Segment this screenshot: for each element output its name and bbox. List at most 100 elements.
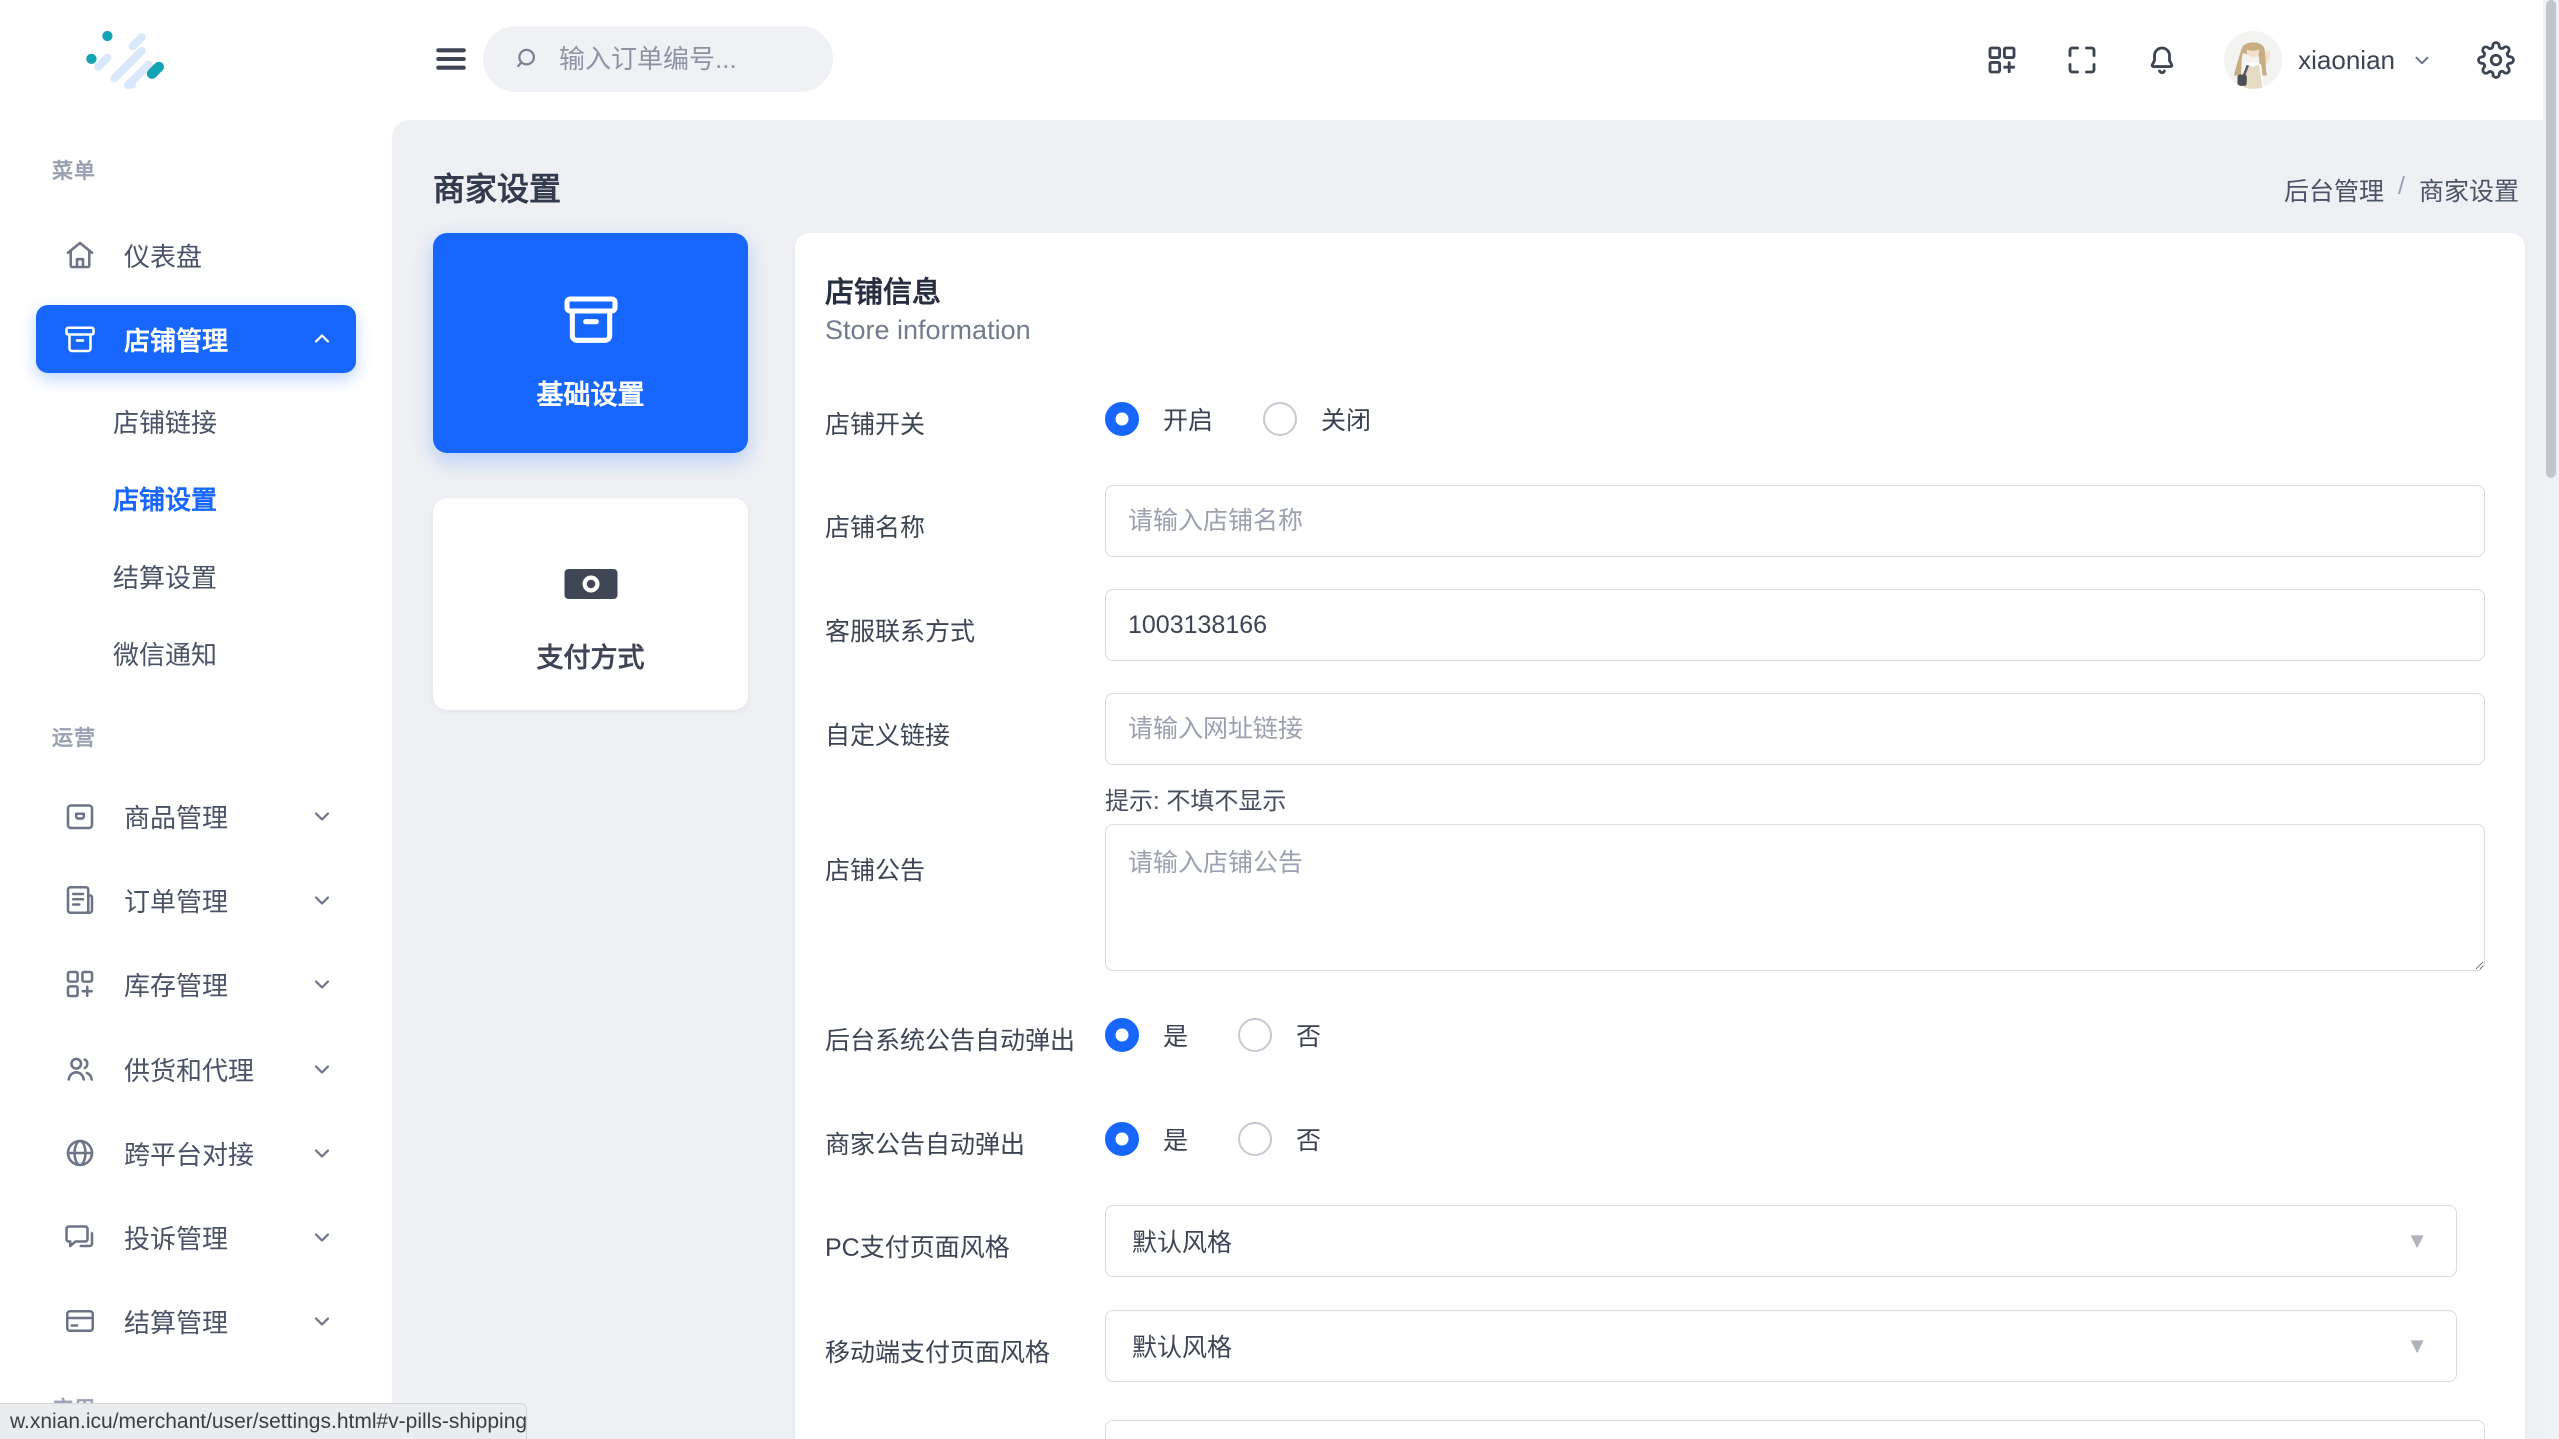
radio-merchant-yes-label[interactable]: 是	[1163, 1121, 1188, 1157]
breadcrumb: 后台管理 / 商家设置	[2284, 172, 2519, 208]
gear-icon[interactable]	[2477, 41, 2515, 79]
chat-icon	[62, 1219, 98, 1255]
radio-sys-yes[interactable]	[1105, 1018, 1139, 1052]
logo-icon	[86, 30, 164, 90]
sys-popup-label: 后台系统公告自动弹出	[825, 1027, 1076, 1055]
radio-merchant-no[interactable]	[1238, 1122, 1273, 1156]
panel-subtitle: Store information	[825, 315, 1031, 345]
chevron-down-icon	[310, 1057, 334, 1081]
grid-plus-icon[interactable]	[1984, 42, 2020, 78]
radio-sys-no-label[interactable]: 否	[1296, 1017, 1321, 1053]
panel-title: 店铺信息	[825, 277, 942, 309]
menu-icon[interactable]	[432, 40, 470, 78]
people-icon	[62, 1051, 98, 1087]
sidebar-item-label: 仪表盘	[124, 241, 203, 272]
credit-card-icon	[62, 1303, 98, 1339]
breadcrumb-root[interactable]: 后台管理	[2284, 172, 2384, 208]
tab-label: 基础设置	[536, 380, 645, 410]
browser-status-bar: w.xnian.icu/merchant/user/settings.html#…	[0, 1403, 527, 1439]
radio-sys-yes-label[interactable]: 是	[1163, 1017, 1188, 1053]
page-title: 商家设置	[433, 171, 562, 207]
sidebar-subitem-wechat-notify[interactable]: 微信通知	[113, 625, 217, 681]
sidebar-item-product-management[interactable]: 商品管理	[36, 782, 356, 850]
custom-link-label: 自定义链接	[825, 722, 951, 750]
contact-input[interactable]	[1105, 589, 2485, 661]
sidebar-item-dashboard[interactable]: 仪表盘	[36, 221, 356, 289]
chevron-down-icon	[310, 888, 334, 912]
custom-link-input[interactable]	[1105, 693, 2485, 765]
search-bar[interactable]	[483, 26, 833, 92]
page-scrollbar[interactable]	[2543, 0, 2559, 1439]
radio-merchant-no-label[interactable]: 否	[1296, 1121, 1321, 1157]
contact-label: 客服联系方式	[825, 618, 976, 646]
merchant-popup-label: 商家公告自动弹出	[825, 1131, 1026, 1159]
radio-store-on-label[interactable]: 开启	[1163, 401, 1213, 437]
fullscreen-icon[interactable]	[2064, 42, 2100, 78]
sidebar-item-cross-platform[interactable]: 跨平台对接	[36, 1119, 356, 1187]
radio-store-off-label[interactable]: 关闭	[1321, 401, 1371, 437]
user-menu[interactable]: xiaonian	[2224, 31, 2433, 89]
sidebar-subitem-store-links[interactable]: 店铺链接	[113, 393, 217, 449]
scrollbar-thumb[interactable]	[2546, 0, 2556, 478]
pc-style-value: 默认风格	[1132, 1229, 1233, 1257]
store-name-label: 店铺名称	[825, 514, 926, 542]
chevron-down-icon	[310, 1309, 334, 1333]
archive-icon	[559, 287, 623, 351]
sidebar-section-menu: 菜单	[52, 160, 96, 183]
sidebar-item-order-management[interactable]: 订单管理	[36, 866, 356, 934]
main-content: 商家设置 后台管理 / 商家设置 基础设置 支付方式 店铺信息 Store in…	[392, 120, 2559, 1439]
sidebar-item-settlement-management[interactable]: 结算管理	[36, 1287, 356, 1355]
store-switch-group: 开启 关闭	[1105, 401, 1397, 437]
sidebar-item-label: 库存管理	[124, 970, 229, 1001]
dropdown-arrow-icon: ▼	[2406, 1228, 2428, 1253]
user-name: xiaonian	[2298, 44, 2395, 75]
bell-icon[interactable]	[2144, 42, 2180, 78]
dropdown-arrow-icon: ▼	[2406, 1333, 2428, 1358]
cash-icon	[561, 554, 621, 614]
store-info-panel: 店铺信息 Store information 店铺开关 开启 关闭 店铺名称 客…	[795, 233, 2525, 1439]
home-icon	[62, 237, 98, 273]
status-url: w.xnian.icu/merchant/user/settings.html#…	[10, 1409, 528, 1433]
chevron-down-icon	[310, 972, 334, 996]
pc-style-label: PC支付页面风格	[825, 1234, 1010, 1262]
sidebar-item-label: 跨平台对接	[124, 1139, 255, 1170]
sidebar-subitem-store-settings[interactable]: 店铺设置	[113, 470, 217, 526]
radio-sys-no[interactable]	[1238, 1018, 1273, 1052]
store-name-input[interactable]	[1105, 485, 2485, 557]
chevron-up-icon	[310, 327, 334, 351]
breadcrumb-separator: /	[2398, 172, 2405, 200]
sidebar-item-complaint-management[interactable]: 投诉管理	[36, 1203, 356, 1271]
sidebar-item-label: 结算管理	[124, 1307, 229, 1338]
box-icon	[62, 798, 98, 834]
sidebar-item-label: 店铺管理	[124, 325, 229, 356]
tab-label: 支付方式	[536, 643, 645, 673]
breadcrumb-current: 商家设置	[2418, 178, 2519, 206]
sidebar-item-inventory-management[interactable]: 库存管理	[36, 950, 356, 1018]
custom-link-hint: 提示: 不填不显示	[1105, 788, 1287, 815]
radio-merchant-yes[interactable]	[1105, 1122, 1139, 1156]
radio-store-off[interactable]	[1263, 402, 1298, 436]
next-field-partial[interactable]	[1105, 1420, 2485, 1439]
tab-payment-methods[interactable]: 支付方式	[433, 498, 748, 710]
pc-style-select[interactable]: 默认风格 ▼	[1105, 1205, 2457, 1277]
search-icon	[511, 44, 541, 74]
sidebar-subitem-settlement-settings[interactable]: 结算设置	[113, 548, 217, 604]
search-input[interactable]	[559, 43, 805, 75]
globe-icon	[62, 1135, 98, 1171]
topbar: xiaonian	[392, 0, 2559, 120]
sidebar-item-supply-agents[interactable]: 供货和代理	[36, 1035, 356, 1103]
sys-popup-group: 是 否	[1105, 1017, 1347, 1053]
journal-icon	[62, 882, 98, 918]
mobile-style-select[interactable]: 默认风格 ▼	[1105, 1310, 2457, 1382]
chevron-down-icon	[310, 804, 334, 828]
tab-basic-settings[interactable]: 基础设置	[433, 233, 748, 453]
announcement-textarea[interactable]	[1105, 824, 2485, 971]
chevron-down-icon	[310, 1225, 334, 1249]
sidebar-item-label: 投诉管理	[124, 1223, 229, 1254]
app-logo[interactable]	[82, 28, 174, 92]
sidebar-item-store-management[interactable]: 店铺管理	[36, 305, 356, 373]
avatar	[2224, 31, 2283, 89]
sidebar: 菜单 仪表盘 店铺管理 店铺链接 店铺设置 结算设置 微信通知 运营 商品管理	[0, 0, 392, 1439]
chevron-down-icon	[310, 1141, 334, 1165]
radio-store-on[interactable]	[1105, 402, 1139, 436]
